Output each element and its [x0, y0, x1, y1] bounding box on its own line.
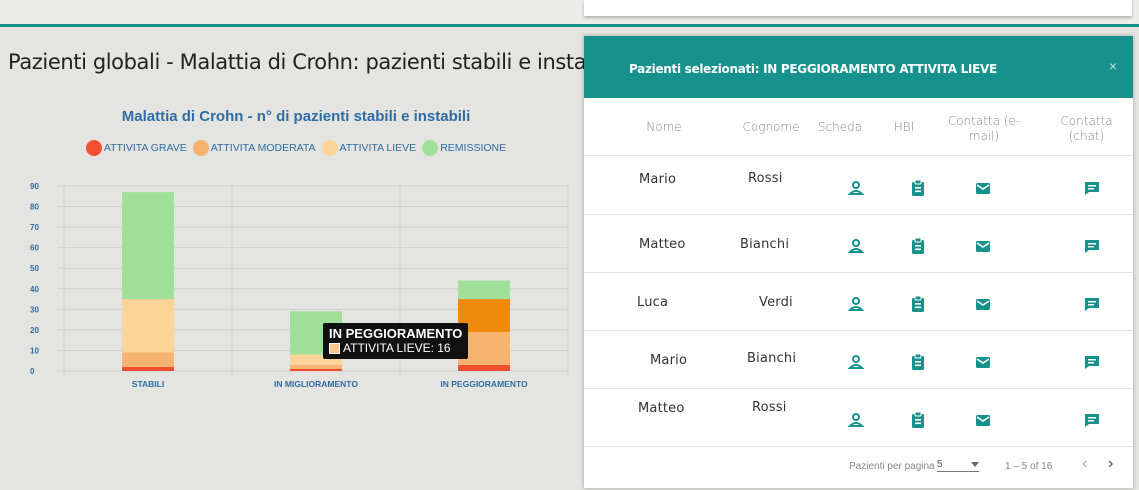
chart-container: Malattia di Crohn - n° di pazienti stabi… [8, 104, 584, 404]
chat-icon[interactable] [1083, 411, 1101, 429]
next-page-button[interactable]: › [1108, 455, 1113, 473]
bar-segment [290, 368, 342, 371]
y-tick-label: 80 [30, 203, 39, 212]
tooltip-text: ATTIVITA LIEVE: 16 [343, 341, 451, 355]
y-tick-label: 60 [30, 244, 39, 253]
close-button[interactable]: × [1109, 58, 1117, 74]
mail-icon[interactable] [974, 179, 992, 197]
tooltip-swatch [329, 342, 340, 354]
bar-segment [458, 364, 510, 371]
y-tick-label: 50 [30, 264, 39, 273]
clipboard-icon[interactable] [909, 295, 927, 313]
person-icon[interactable] [847, 179, 865, 197]
chart-tooltip: IN PEGGIORAMENTO ATTIVITA LIEVE: 16 [323, 323, 469, 359]
clipboard-icon[interactable] [909, 237, 927, 255]
prev-page-button[interactable]: ‹ [1082, 455, 1087, 473]
chat-icon[interactable] [1083, 237, 1101, 255]
bar-segment [122, 192, 174, 300]
x-tick-label: STABILI [132, 379, 164, 389]
patients-dialog: Pazienti selezionati: IN PEGGIORAMENTO A… [584, 36, 1133, 488]
column-header-scheda[interactable]: Scheda [810, 120, 870, 135]
top-card [584, 0, 1132, 16]
cell-nome: Matteo [638, 401, 685, 416]
cell-nome: Mario [650, 353, 688, 368]
clipboard-icon[interactable] [909, 353, 927, 371]
per-page-select[interactable]: 5 [937, 459, 979, 472]
clipboard-icon[interactable] [909, 411, 927, 429]
cell-nome: Mario [639, 172, 677, 187]
y-tick-label: 0 [30, 367, 35, 376]
per-page-value: 5 [937, 459, 943, 470]
x-tick-label: IN PEGGIORAMENTO [440, 379, 528, 389]
table-row[interactable]: Mario Bianchi [584, 331, 1133, 389]
caret-down-icon [971, 462, 979, 467]
x-tick-label: IN MIGLIORAMENTO [274, 379, 358, 389]
y-tick-label: 30 [30, 305, 39, 314]
tooltip-title: IN PEGGIORAMENTO [329, 326, 463, 341]
mail-icon[interactable] [974, 353, 992, 371]
person-icon[interactable] [847, 353, 865, 371]
stacked-bar-chart: 0 10 20 30 40 50 60 70 80 90 STABILI IN MIGLIORAMEN… [30, 182, 569, 389]
bar-segment [122, 299, 174, 353]
table-footer: Pazienti per pagina 5 1 – 5 of 16 ‹ › [584, 445, 1133, 488]
left-panel: Pazienti globali - Malattia di Crohn: pa… [8, 28, 616, 490]
cell-nome: Matteo [639, 237, 686, 252]
column-header-contatta-email[interactable]: Contatta (e-mail) [939, 114, 1029, 144]
cell-cognome: Bianchi [747, 351, 797, 366]
cell-cognome: Bianchi [740, 237, 790, 252]
mail-icon[interactable] [974, 295, 992, 313]
table-row[interactable]: Mario Rossi [584, 157, 1133, 215]
chat-icon[interactable] [1083, 179, 1101, 197]
y-tick-label: 70 [30, 223, 39, 232]
table-row[interactable]: Matteo Rossi [584, 389, 1133, 447]
mail-icon[interactable] [974, 237, 992, 255]
cell-cognome: Verdi [759, 295, 793, 310]
chat-icon[interactable] [1083, 295, 1101, 313]
column-header-cognome[interactable]: Cognome [726, 120, 816, 135]
person-icon[interactable] [847, 295, 865, 313]
mail-icon[interactable] [974, 411, 992, 429]
table-header: Nome Cognome Scheda HBI Contatta (e-mail… [584, 98, 1133, 156]
dialog-header: Pazienti selezionati: IN PEGGIORAMENTO A… [584, 36, 1133, 98]
bar-segment [122, 366, 174, 371]
bar-segment [458, 280, 510, 300]
person-icon[interactable] [847, 237, 865, 255]
header-accent-line [0, 24, 1139, 27]
y-tick-label: 40 [30, 285, 39, 294]
y-tick-label: 90 [30, 182, 39, 191]
bar-segment [122, 352, 174, 367]
page-title: Pazienti globali - Malattia di Crohn: pa… [8, 50, 616, 74]
person-icon[interactable] [847, 411, 865, 429]
column-header-contatta-chat[interactable]: Contatta (chat) [1049, 114, 1124, 144]
pagination-range: 1 – 5 of 16 [1005, 461, 1053, 472]
chat-icon[interactable] [1083, 353, 1101, 371]
cell-cognome: Rossi [752, 400, 787, 415]
tooltip-row: ATTIVITA LIEVE: 16 [329, 341, 462, 355]
clipboard-icon[interactable] [909, 179, 927, 197]
bar-segment [290, 364, 342, 369]
y-tick-label: 20 [30, 326, 39, 335]
column-header-nome[interactable]: Nome [624, 120, 704, 135]
column-header-hbi[interactable]: HBI [879, 120, 929, 135]
per-page-label: Pazienti per pagina [849, 461, 935, 472]
table-row[interactable]: Luca Verdi [584, 273, 1133, 331]
y-tick-label: 10 [30, 346, 39, 355]
table-row[interactable]: Matteo Bianchi [584, 215, 1133, 273]
cell-cognome: Rossi [748, 171, 783, 186]
cell-nome: Luca [637, 295, 669, 310]
dialog-title: Pazienti selezionati: IN PEGGIORAMENTO A… [629, 62, 997, 76]
